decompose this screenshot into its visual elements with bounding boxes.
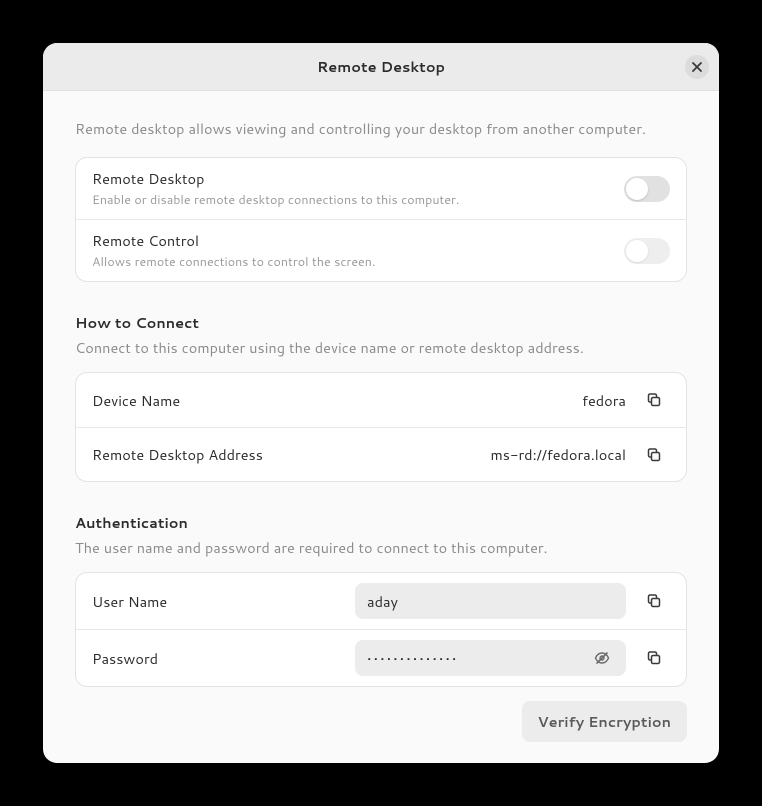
auth-title: Authentication	[75, 512, 687, 533]
password-row: Password	[76, 629, 686, 686]
copy-username-button[interactable]	[638, 585, 670, 617]
device-name-label: Device Name	[92, 390, 570, 411]
connect-sub: Connect to this computer using the devic…	[75, 337, 687, 358]
titlebar: Remote Desktop	[43, 43, 719, 91]
auth-sub: The user name and password are required …	[75, 537, 687, 558]
remote-control-sub: Allows remote connections to control the…	[92, 253, 612, 271]
remote-control-label: Remote Control	[92, 230, 612, 251]
row-text: User Name	[92, 591, 343, 612]
row-text: Password	[92, 648, 343, 669]
password-field-wrap	[355, 640, 626, 676]
row-text: Remote Desktop Enable or disable remote …	[92, 168, 612, 209]
address-label: Remote Desktop Address	[92, 444, 478, 465]
username-input[interactable]	[367, 591, 618, 612]
eye-off-icon	[594, 650, 610, 666]
copy-icon	[646, 392, 662, 408]
toggles-card: Remote Desktop Enable or disable remote …	[75, 157, 687, 282]
intro-text: Remote desktop allows viewing and contro…	[75, 119, 687, 139]
remote-control-switch[interactable]	[624, 238, 670, 264]
copy-icon	[646, 593, 662, 609]
copy-password-button[interactable]	[638, 642, 670, 674]
address-value: ms-rd://fedora.local	[490, 444, 626, 465]
verify-row: Verify Encryption	[75, 701, 687, 742]
dialog-title: Remote Desktop	[317, 56, 445, 77]
username-row: User Name	[76, 573, 686, 629]
username-label: User Name	[92, 591, 343, 612]
device-name-row: Device Name fedora	[76, 373, 686, 427]
remote-desktop-row: Remote Desktop Enable or disable remote …	[76, 158, 686, 219]
remote-desktop-dialog: Remote Desktop Remote desktop allows vie…	[43, 43, 719, 763]
close-button[interactable]	[685, 55, 709, 79]
copy-address-button[interactable]	[638, 439, 670, 471]
switch-knob	[626, 178, 648, 200]
copy-device-name-button[interactable]	[638, 384, 670, 416]
row-text: Device Name	[92, 390, 570, 411]
row-text: Remote Desktop Address	[92, 444, 478, 465]
toggle-password-visibility-button[interactable]	[586, 642, 618, 674]
verify-encryption-button[interactable]: Verify Encryption	[522, 701, 687, 742]
password-label: Password	[92, 648, 343, 669]
remote-control-row: Remote Control Allows remote connections…	[76, 219, 686, 281]
copy-icon	[646, 650, 662, 666]
copy-icon	[646, 447, 662, 463]
row-text: Remote Control Allows remote connections…	[92, 230, 612, 271]
dialog-content: Remote desktop allows viewing and contro…	[43, 91, 719, 763]
device-name-value: fedora	[582, 390, 626, 411]
address-row: Remote Desktop Address ms-rd://fedora.lo…	[76, 427, 686, 481]
username-field-wrap	[355, 583, 626, 619]
remote-desktop-label: Remote Desktop	[92, 168, 612, 189]
remote-desktop-switch[interactable]	[624, 176, 670, 202]
connect-card: Device Name fedora Remote Desktop Addres…	[75, 372, 687, 482]
remote-desktop-sub: Enable or disable remote desktop connect…	[92, 191, 612, 209]
close-icon	[692, 62, 702, 72]
auth-card: User Name Password	[75, 572, 687, 687]
connect-title: How to Connect	[75, 312, 687, 333]
switch-knob	[626, 240, 648, 262]
password-input[interactable]	[367, 648, 586, 669]
